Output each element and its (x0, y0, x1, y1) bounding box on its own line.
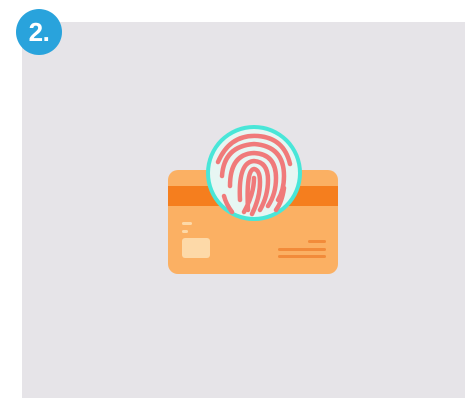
page: 2. (0, 0, 465, 398)
step-number-badge: 2. (16, 9, 62, 55)
fingerprint-card-icon (168, 125, 338, 274)
credit-card-chip (182, 238, 210, 258)
credit-card-mark (182, 222, 192, 225)
credit-card-line (278, 248, 326, 251)
credit-card-mark (182, 230, 188, 233)
credit-card-line (278, 255, 326, 258)
credit-card-line (308, 240, 326, 243)
